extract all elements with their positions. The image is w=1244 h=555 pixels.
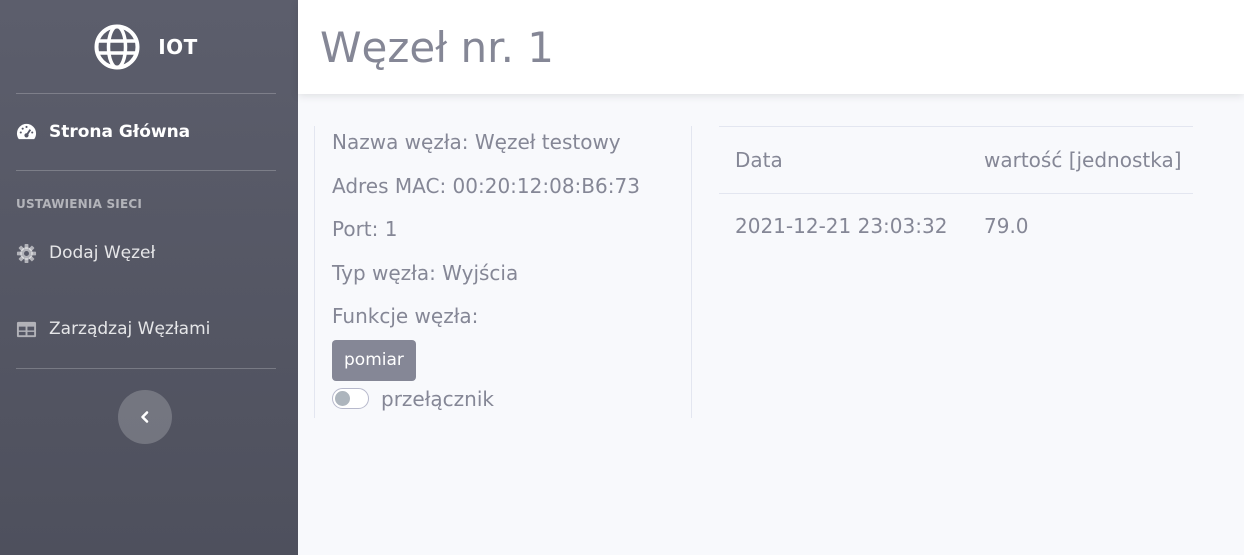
sidebar-toggle-button[interactable] [118,390,172,444]
app: IOT Strona Główna USTAWIENIA SIECI Dodaj… [0,0,1244,555]
switch-label: przełącznik [381,386,494,411]
main-content: Węzeł nr. 1 Nazwa węzła: Węzeł testowy A… [298,0,1244,555]
globe-icon [94,24,140,69]
topbar: Węzeł nr. 1 [298,0,1244,94]
sidebar-item-label: Dodaj Węzeł [49,243,156,263]
column-header-value: wartość [jednostka] [968,126,1193,194]
brand-name: IOT [158,34,198,59]
sidebar-item-label: Strona Główna [49,122,191,142]
sidebar-item-manage-nodes[interactable]: Zarządzaj Węzłami [16,315,298,343]
tachometer-icon [16,123,37,139]
node-mac-address: Adres MAC: 00:20:12:08:B6:73 [332,173,640,198]
sidebar: IOT Strona Główna USTAWIENIA SIECI Dodaj… [0,0,298,555]
column-header-date: Data [719,126,968,194]
readings-table-container: Data wartość [jednostka] 2021-12-21 23:0… [719,126,1193,258]
node-port: Port: 1 [332,217,398,241]
table-icon [16,321,37,337]
readings-table: Data wartość [jednostka] 2021-12-21 23:0… [719,126,1193,258]
table-row: 2021-12-21 23:03:32 79.0 [719,194,1193,258]
sidebar-item-home[interactable]: Strona Główna [16,94,276,171]
node-functions-label: Funkcje węzła: [332,304,479,328]
switch-toggle[interactable] [332,388,369,409]
sidebar-divider [16,368,276,369]
cell-date: 2021-12-21 23:03:32 [735,213,948,238]
sidebar-section-heading: USTAWIENIA SIECI [16,197,143,211]
node-type: Typ węzła: Wyjścia [332,260,519,285]
cell-value: 79.0 [984,213,1029,238]
node-name: Nazwa węzła: Węzeł testowy [332,130,621,154]
brand[interactable]: IOT [16,0,276,94]
measure-button[interactable]: pomiar [332,339,416,381]
node-details: Nazwa węzła: Węzeł testowy Adres MAC: 00… [314,126,692,418]
switch-row: przełącznik [332,387,691,411]
table-header-row: Data wartość [jednostka] [719,126,1193,194]
sidebar-item-label: Zarządzaj Węzłami [49,319,211,339]
gear-icon [16,243,37,263]
switch-toggle-knob [335,391,350,406]
page-title: Węzeł nr. 1 [320,22,554,72]
chevron-left-icon [141,411,149,423]
sidebar-item-add-node[interactable]: Dodaj Węzeł [16,239,298,267]
